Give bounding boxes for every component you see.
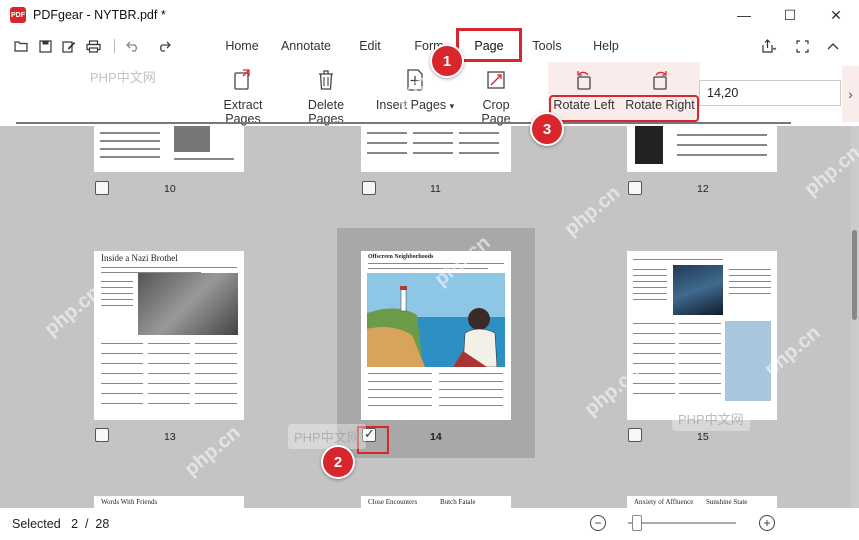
delete-pages-button[interactable]: Delete Pages <box>291 68 361 126</box>
page-18-headline-a: Anxiety of Affluence <box>634 498 694 506</box>
page-checkbox-15[interactable] <box>628 428 642 442</box>
page-16-headline: Words With Friends <box>101 498 158 506</box>
page-number-10: 10 <box>164 183 176 195</box>
extract-pages-button[interactable]: Extract Pages <box>207 68 279 126</box>
watermark-label-3: PHP中文网 <box>672 406 750 431</box>
chevron-up-icon[interactable] <box>824 37 842 55</box>
page-thumbnail-10[interactable] <box>94 126 244 172</box>
rotate-right-icon <box>653 71 667 90</box>
zoom-out-button[interactable]: − <box>590 515 606 531</box>
page-menu-highlight-box <box>456 28 522 62</box>
toolbar-separator <box>114 39 115 53</box>
selected-separator: / <box>84 517 89 531</box>
page-thumbnail-13[interactable]: Inside a Nazi Brothel <box>94 251 244 420</box>
save-icon[interactable] <box>36 37 54 55</box>
maximize-button[interactable]: ☐ <box>767 0 813 30</box>
status-bar: Selected 2 / 28 <box>0 508 859 540</box>
step-marker-1: 1 <box>430 44 464 78</box>
extract-pages-icon <box>234 69 250 90</box>
title-bar: PDF PDFgear - NYTBR.pdf * — ☐ ✕ <box>0 0 859 30</box>
menu-tools[interactable]: Tools <box>530 30 564 62</box>
selected-count: 2 <box>71 517 79 531</box>
watermark-label-2: PHP中文网 <box>288 424 366 449</box>
page-checkbox-13[interactable] <box>95 428 109 442</box>
page-thumbnail-16[interactable]: Words With Friends <box>94 496 244 508</box>
print-icon[interactable] <box>84 37 102 55</box>
page-number-15: 15 <box>697 431 709 443</box>
undo-icon[interactable] <box>124 37 142 55</box>
page-17-headline-a: Close Encounters <box>368 498 418 506</box>
page-17-headline-b: Butch Fatale <box>440 498 476 506</box>
menu-home[interactable]: Home <box>222 30 262 62</box>
redo-icon[interactable] <box>155 37 173 55</box>
menu-edit[interactable]: Edit <box>356 30 384 62</box>
total-pages: 28 <box>95 517 110 531</box>
pdfgear-logo-icon: PDF <box>10 7 26 23</box>
insert-pages-dropdown-icon[interactable]: ▾ <box>450 101 455 111</box>
close-button[interactable]: ✕ <box>813 0 859 30</box>
minimize-button[interactable]: — <box>721 0 767 30</box>
toolbar-divider <box>16 122 791 124</box>
page-number-12: 12 <box>697 183 709 195</box>
page-number-11: 11 <box>430 183 441 195</box>
window-controls: — ☐ ✕ <box>721 0 859 30</box>
page-thumbnail-17[interactable]: Close Encounters Butch Fatale <box>361 496 511 508</box>
selected-label: Selected <box>12 517 61 531</box>
menu-help[interactable]: Help <box>591 30 621 62</box>
page-thumbnail-12[interactable] <box>627 126 777 172</box>
crop-icon <box>487 71 505 89</box>
zoom-slider-handle[interactable] <box>631 515 642 531</box>
share-icon[interactable] <box>760 37 778 55</box>
page-thumbnail-15[interactable] <box>627 251 777 420</box>
page-thumbnail-18[interactable]: Anxiety of Affluence Sunshine State <box>627 496 777 508</box>
step-marker-2: 2 <box>321 445 355 479</box>
zoom-in-button[interactable]: + <box>759 515 775 531</box>
watermark-label-1: PHP中文网 <box>90 70 156 85</box>
scrollbar-thumb[interactable] <box>852 230 857 320</box>
page-14-illustration <box>367 273 505 367</box>
trash-icon <box>319 70 333 90</box>
page-number-13: 13 <box>164 431 176 443</box>
step-marker-3: 3 <box>530 112 564 146</box>
page-18-headline-b: Sunshine State <box>706 498 748 506</box>
page-checkbox-12[interactable] <box>628 181 642 195</box>
rotate-buttons-highlight-box <box>549 95 699 122</box>
zoom-slider-track[interactable] <box>628 522 736 524</box>
window-title: PDFgear - NYTBR.pdf * <box>33 8 166 22</box>
page-range-input[interactable]: 14,20 <box>699 80 841 106</box>
page-checkbox-10[interactable] <box>95 181 109 195</box>
page-13-headline: Inside a Nazi Brothel <box>101 253 178 263</box>
page-checkbox-11[interactable] <box>362 181 376 195</box>
menu-annotate[interactable]: Annotate <box>278 30 334 62</box>
rotate-left-icon <box>577 71 591 90</box>
edit-icon[interactable] <box>60 37 78 55</box>
page-number-14: 14 <box>430 431 442 443</box>
toolbar-scroll-right-button[interactable]: › <box>842 66 859 122</box>
page-thumbnail-11[interactable] <box>361 126 511 172</box>
fullscreen-icon[interactable] <box>793 37 811 55</box>
page-14-headline: Offscreen Neighborhoods <box>368 254 434 260</box>
crop-page-button[interactable]: Crop Page <box>467 68 525 126</box>
selection-status: Selected 2 / 28 <box>12 517 109 531</box>
open-folder-icon[interactable] <box>12 37 30 55</box>
